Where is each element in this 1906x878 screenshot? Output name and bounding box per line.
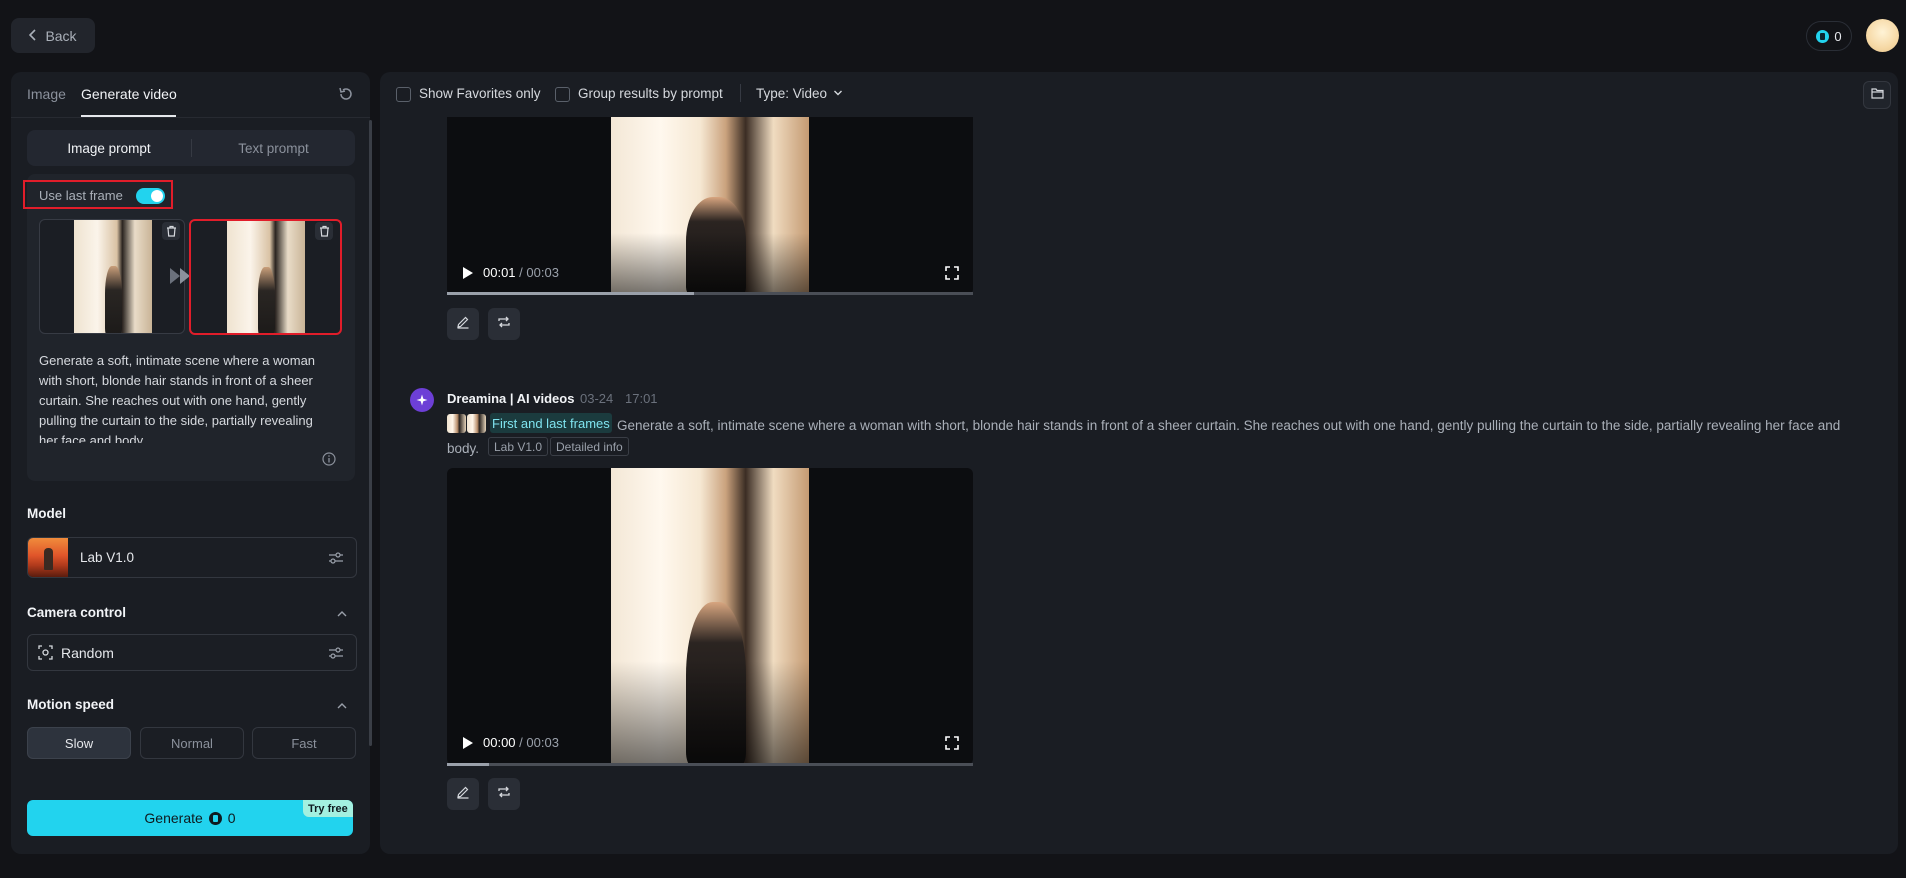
group-results-label[interactable]: Group results by prompt <box>578 86 723 101</box>
video-2-progress-track[interactable] <box>447 763 973 766</box>
back-button[interactable]: Back <box>11 18 95 53</box>
last-frame-image <box>227 221 305 333</box>
edit-button-2[interactable] <box>447 778 479 810</box>
video-frame-2 <box>611 468 809 765</box>
filter-divider <box>740 84 741 102</box>
info-icon[interactable] <box>322 452 336 466</box>
model-selector[interactable] <box>27 537 357 578</box>
motion-speed-title: Motion speed <box>27 697 114 712</box>
play-icon[interactable] <box>462 736 474 755</box>
video-2-duration: / 00:03 <box>519 735 559 750</box>
credits-badge[interactable]: 0 <box>1806 21 1852 51</box>
video-frame-1 <box>611 117 809 295</box>
generation-date: 03-24 <box>580 391 614 406</box>
tab-generate-video[interactable]: Generate video <box>81 86 177 102</box>
last-frame-mini-thumb[interactable] <box>467 414 486 433</box>
prompt-textarea[interactable]: Generate a soft, intimate scene where a … <box>39 351 331 443</box>
model-settings-icon[interactable] <box>328 550 344 566</box>
credit-icon <box>208 811 222 825</box>
regenerate-button-2[interactable] <box>488 778 520 810</box>
use-last-frame-label: Use last frame <box>39 188 123 203</box>
use-last-frame-toggle[interactable] <box>136 188 165 204</box>
fullscreen-icon[interactable] <box>945 736 959 755</box>
camera-control-value: Random <box>61 645 114 661</box>
video-1-current: 00:01 <box>483 265 516 280</box>
camera-collapse-icon[interactable] <box>336 607 348 619</box>
model-chip: Lab V1.0 <box>488 437 549 456</box>
speed-normal-button[interactable]: Normal <box>140 727 244 759</box>
camera-settings-icon[interactable] <box>328 645 344 661</box>
chevron-left-icon <box>29 28 37 44</box>
credits-count: 0 <box>1834 28 1842 44</box>
regenerate-button-1[interactable] <box>488 308 520 340</box>
dreamina-bot-icon <box>410 388 434 412</box>
video-1-duration: / 00:03 <box>519 265 559 280</box>
delete-last-frame-icon[interactable] <box>315 222 333 240</box>
repeat-icon <box>497 315 511 334</box>
camera-section-title: Camera control <box>27 605 127 620</box>
show-favorites-label[interactable]: Show Favorites only <box>419 86 541 101</box>
image-prompt-tab[interactable]: Image prompt <box>27 130 191 166</box>
model-thumbnail <box>28 538 68 577</box>
video-2-progress-fill <box>447 763 490 766</box>
speed-fast-button[interactable]: Fast <box>252 727 356 759</box>
detailed-info-chip[interactable]: Detailed info <box>550 437 629 456</box>
generation-time: 17:01 <box>625 391 658 406</box>
chevron-down-icon <box>833 86 843 101</box>
generation-title: Dreamina | AI videos <box>447 391 575 406</box>
left-scrollbar[interactable] <box>369 120 372 746</box>
tabs-divider <box>11 117 370 118</box>
speed-slow-button[interactable]: Slow <box>27 727 131 759</box>
type-filter-dropdown[interactable]: Type: Video <box>756 86 843 101</box>
avatar[interactable] <box>1866 19 1899 52</box>
pencil-icon <box>456 785 470 804</box>
video-1-time: 00:01 / 00:03 <box>483 265 559 280</box>
generate-label: Generate <box>144 810 203 826</box>
generate-cost: 0 <box>227 810 236 826</box>
pencil-icon <box>456 315 470 334</box>
folder-button[interactable] <box>1863 81 1891 109</box>
video-1-progress-fill <box>447 292 695 295</box>
video-2-current: 00:00 <box>483 735 516 750</box>
first-last-frames-tag: First and last frames <box>490 413 612 433</box>
type-filter-label: Type: Video <box>756 86 828 101</box>
show-favorites-checkbox[interactable] <box>396 87 411 102</box>
folder-icon <box>1870 86 1884 104</box>
repeat-icon <box>497 785 511 804</box>
credit-icon <box>1816 29 1830 43</box>
first-frame-mini-thumb[interactable] <box>447 414 466 433</box>
group-results-checkbox[interactable] <box>555 87 570 102</box>
delete-first-frame-icon[interactable] <box>162 222 180 240</box>
tab-image[interactable]: Image <box>27 86 66 102</box>
play-icon[interactable] <box>462 266 474 285</box>
refresh-icon[interactable] <box>337 85 355 103</box>
motion-collapse-icon[interactable] <box>336 699 348 711</box>
video-1-progress-track[interactable] <box>447 292 973 295</box>
fullscreen-icon[interactable] <box>945 266 959 285</box>
active-tab-indicator <box>81 115 176 117</box>
model-name: Lab V1.0 <box>80 550 135 565</box>
first-frame-image <box>74 220 152 333</box>
video-2-time: 00:00 / 00:03 <box>483 735 559 750</box>
model-section-title: Model <box>27 506 66 521</box>
video-player-2[interactable] <box>447 468 973 765</box>
text-prompt-tab[interactable]: Text prompt <box>192 130 355 166</box>
edit-button-1[interactable] <box>447 308 479 340</box>
generation-description: Generate a soft, intimate scene where a … <box>447 418 1841 456</box>
back-label: Back <box>45 27 77 44</box>
camera-focus-icon <box>38 645 53 660</box>
try-free-badge: Try free <box>303 800 353 817</box>
